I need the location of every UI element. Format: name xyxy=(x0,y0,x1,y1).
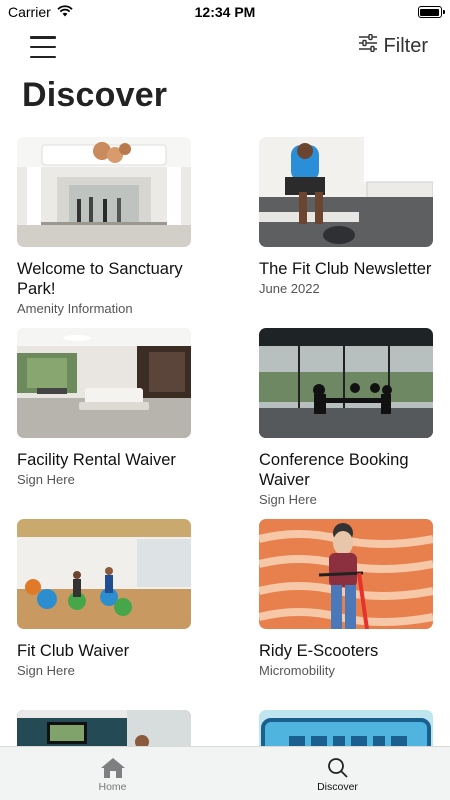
card-title: Facility Rental Waiver xyxy=(17,451,176,469)
card-ridy-escooters[interactable]: Ridy E-Scooters Micromobility xyxy=(259,519,433,678)
card-subtitle: Micromobility xyxy=(259,663,335,678)
tab-home-label: Home xyxy=(98,780,127,793)
card-image-fitness-class xyxy=(17,519,191,629)
card-fit-club-waiver[interactable]: Fit Club Waiver Sign Here xyxy=(17,519,191,678)
card-image-lounge xyxy=(17,328,191,438)
tab-discover-label: Discover xyxy=(317,780,358,793)
card-welcome[interactable]: Welcome to Sanctuary Park! Amenity Infor… xyxy=(17,137,191,316)
status-right xyxy=(322,6,445,18)
menu-icon xyxy=(30,36,56,39)
card-title: Welcome to Sanctuary Park! xyxy=(17,260,183,298)
card-subtitle: Amenity Information xyxy=(17,301,133,316)
search-icon xyxy=(327,755,349,781)
status-bar: Carrier 12:34 PM xyxy=(0,0,450,24)
sliders-icon xyxy=(358,33,378,58)
card-subtitle: Sign Here xyxy=(17,663,75,678)
status-left: Carrier xyxy=(8,4,128,20)
card-title: The Fit Club Newsletter xyxy=(259,260,432,278)
card-subtitle: Sign Here xyxy=(259,492,317,507)
menu-icon-line xyxy=(30,45,56,49)
tab-discover[interactable]: Discover xyxy=(225,747,450,800)
card-facility-rental[interactable]: Facility Rental Waiver Sign Here xyxy=(17,328,191,487)
card-image-locker-room xyxy=(259,137,433,247)
wifi-icon xyxy=(57,4,73,20)
card-image-conference xyxy=(259,328,433,438)
card-newsletter[interactable]: The Fit Club Newsletter June 2022 xyxy=(259,137,433,296)
card-image-scooter xyxy=(259,519,433,629)
card-title: Ridy E-Scooters xyxy=(259,642,379,660)
tab-bar: Home Discover xyxy=(0,746,450,800)
tab-home[interactable]: Home xyxy=(0,747,225,800)
home-icon xyxy=(100,755,126,781)
battery-icon xyxy=(417,6,445,18)
status-time: 12:34 PM xyxy=(194,4,256,20)
nav-bar: Filter xyxy=(0,30,450,64)
page-title: Discover xyxy=(22,76,168,114)
filter-label: Filter xyxy=(383,34,428,57)
card-title: Conference Booking Waiver xyxy=(259,451,409,489)
card-subtitle: June 2022 xyxy=(259,281,320,296)
filter-button[interactable]: Filter xyxy=(358,33,428,58)
card-conference-booking[interactable]: Conference Booking Waiver Sign Here xyxy=(259,328,433,507)
card-image-lobby xyxy=(17,137,191,247)
menu-button[interactable] xyxy=(30,36,56,58)
card-title: Fit Club Waiver xyxy=(17,642,130,660)
carrier-label: Carrier xyxy=(8,4,51,20)
menu-icon-line xyxy=(30,55,56,58)
card-subtitle: Sign Here xyxy=(17,472,75,487)
